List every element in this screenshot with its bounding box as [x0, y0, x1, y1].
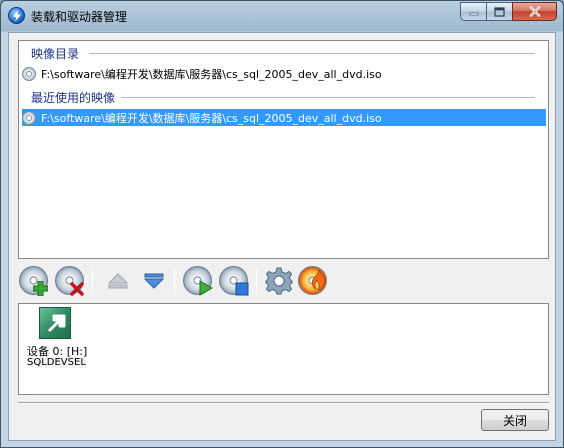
eject-icon — [108, 273, 128, 289]
maximize-icon — [494, 6, 505, 17]
list-item-path: F:\software\编程开发\数据库\服务器\cs_sql_2005_dev… — [41, 111, 382, 125]
drive-volume-label: SQLDEVSEL — [27, 357, 86, 368]
virtual-drive-icon — [39, 307, 71, 339]
insert-button[interactable] — [138, 265, 170, 297]
title-bar[interactable]: 装载和驱动器管理 — [1, 1, 563, 31]
group-header-catalog: 映像目录 — [31, 46, 80, 61]
close-button[interactable]: 关闭 — [481, 409, 549, 431]
daemon-tools-app-icon — [8, 7, 25, 24]
disc-image-icon — [22, 110, 36, 125]
window-title: 装载和驱动器管理 — [31, 10, 128, 24]
add-image-button[interactable] — [18, 265, 50, 297]
image-list[interactable]: 映像目录 F:\software\编程开发\数据库\服务器\cs_sql_200… — [18, 40, 549, 259]
delete-icon — [70, 282, 84, 296]
list-item-recent-0[interactable]: F:\software\编程开发\数据库\服务器\cs_sql_2005_dev… — [22, 109, 546, 126]
mount-manager-window: 装载和驱动器管理 映像目录 F:\software\编程开发\数据库\服务器\c… — [0, 0, 564, 448]
toolbar-separator — [256, 268, 257, 294]
flame-icon — [311, 269, 325, 291]
virtual-drive-list[interactable]: 设备 0: [H:] SQLDEVSEL — [18, 303, 549, 395]
toolbar-separator — [92, 268, 93, 294]
disc-image-icon — [22, 66, 36, 81]
group-header-recent: 最近使用的映像 — [31, 90, 116, 105]
group-divider — [89, 53, 535, 54]
close-window-button[interactable] — [512, 2, 557, 21]
add-icon — [33, 281, 48, 296]
maximize-button[interactable] — [486, 2, 512, 21]
mount-button[interactable] — [182, 265, 214, 297]
insert-icon — [144, 273, 164, 289]
gear-icon — [265, 267, 293, 295]
burn-button[interactable] — [297, 265, 329, 297]
play-icon — [199, 280, 213, 296]
group-divider — [121, 97, 535, 98]
settings-button[interactable] — [263, 265, 295, 297]
eject-button[interactable] — [102, 265, 134, 297]
list-item-catalog-0[interactable]: F:\software\编程开发\数据库\服务器\cs_sql_2005_dev… — [22, 65, 546, 82]
remove-image-button[interactable] — [54, 265, 86, 297]
stop-icon — [235, 282, 249, 296]
toolbar-separator — [174, 268, 175, 294]
list-item-path: F:\software\编程开发\数据库\服务器\cs_sql_2005_dev… — [41, 67, 382, 81]
footer-divider — [18, 402, 549, 404]
caption-buttons — [460, 2, 557, 21]
drive-item[interactable]: 设备 0: [H:] SQLDEVSEL — [24, 307, 90, 371]
toolbar — [18, 265, 549, 297]
minimize-icon — [469, 12, 478, 15]
close-icon — [529, 6, 540, 17]
client-area: 映像目录 F:\software\编程开发\数据库\服务器\cs_sql_200… — [8, 32, 556, 441]
unmount-button[interactable] — [218, 265, 250, 297]
minimize-button[interactable] — [460, 2, 486, 21]
